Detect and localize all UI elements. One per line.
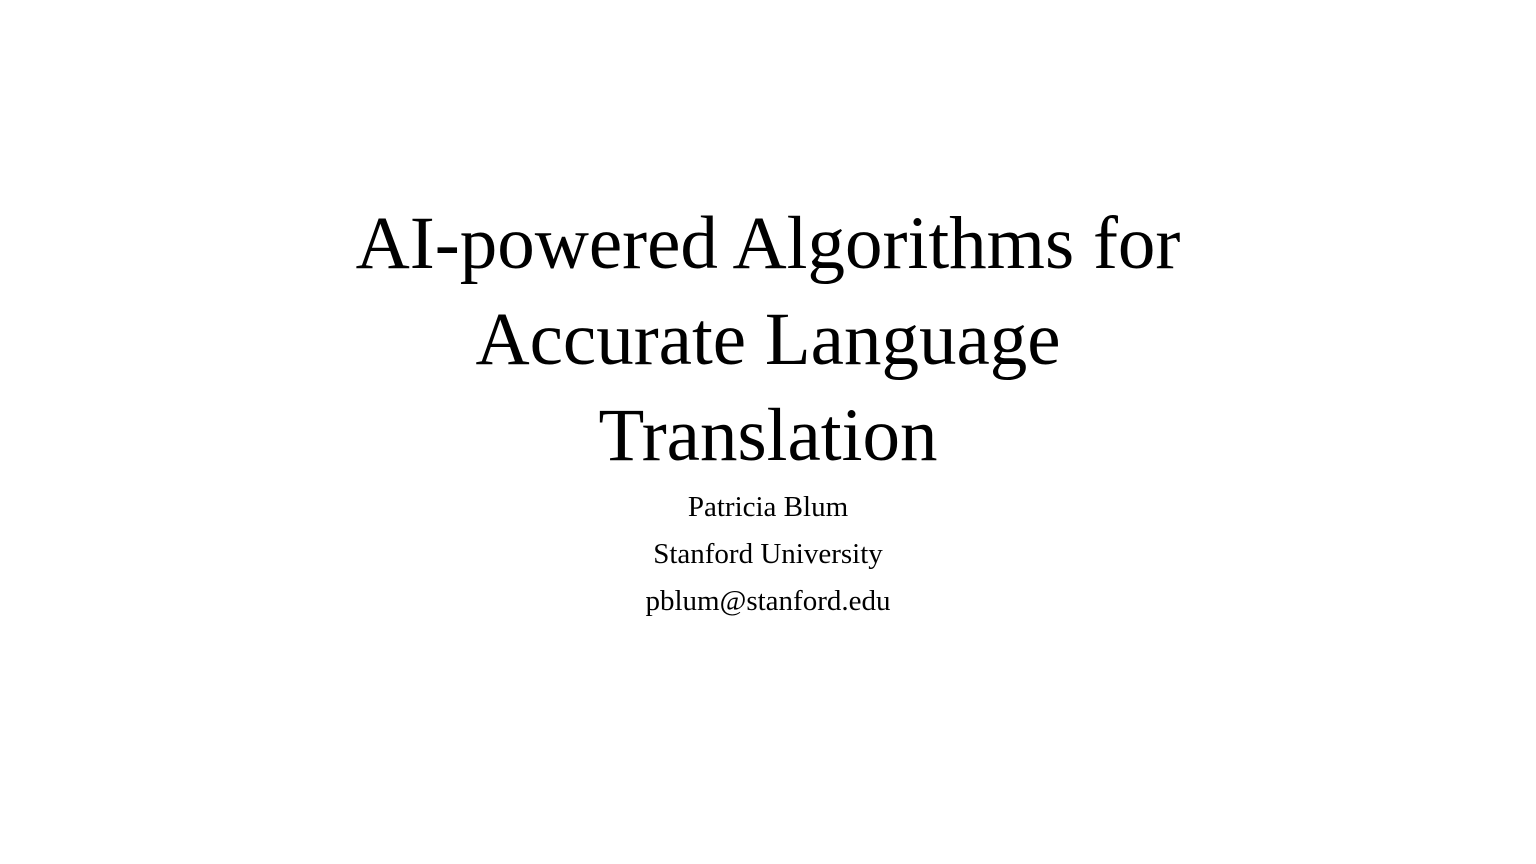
- slide-title: AI-powered Algorithms for Accurate Langu…: [268, 196, 1268, 484]
- title-line-3: Translation: [598, 394, 938, 477]
- title-slide: AI-powered Algorithms for Accurate Langu…: [0, 0, 1536, 864]
- author-name: Patricia Blum: [687, 491, 849, 523]
- author-affiliation: Stanford University: [653, 538, 883, 570]
- title-line-1: AI-powered Algorithms for: [355, 202, 1181, 285]
- title-line-2: Accurate Language: [475, 298, 1061, 381]
- author-info: Patricia Blum Stanford University pblum@…: [468, 484, 1068, 625]
- author-email: pblum@stanford.edu: [645, 585, 891, 617]
